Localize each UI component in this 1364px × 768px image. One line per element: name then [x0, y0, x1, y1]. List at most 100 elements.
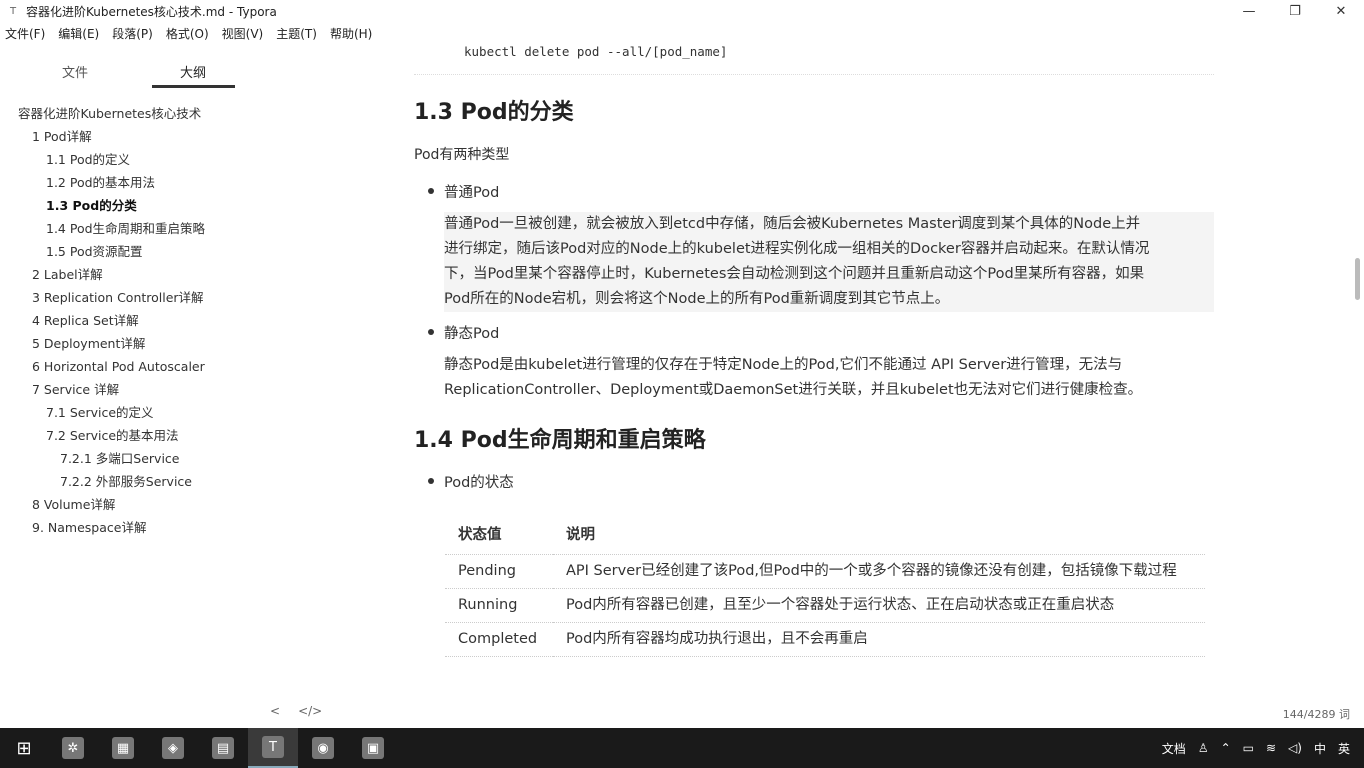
- outline-item[interactable]: 7.2 Service的基本用法: [0, 424, 250, 447]
- static-pod-description: 静态Pod是由kubelet进行管理的仅存在于特定Node上的Pod,它们不能通…: [444, 353, 1214, 403]
- table-row: Running Pod内所有容器已创建，且至少一个容器处于运行状态、正在启动状态或…: [445, 588, 1205, 623]
- state-value-cell: Running: [445, 588, 553, 623]
- state-description-cell: Pod内所有容器已创建，且至少一个容器处于运行状态、正在启动状态或正在重启状态: [553, 588, 1205, 623]
- wifi-icon[interactable]: ≋: [1266, 741, 1276, 755]
- title-bar: T 容器化进阶Kubernetes核心技术.md - Typora — ❐ ✕: [0, 0, 1364, 22]
- tab-files[interactable]: 文件: [62, 62, 88, 81]
- volume-icon[interactable]: ◁): [1288, 741, 1302, 755]
- outline-item[interactable]: 1 Pod详解: [0, 125, 250, 148]
- taskbar: ⊞ ✲ ▦ ◈ ▤ T ◉ ▣ 文档 ♙ ⌃ ▭ ≋ ◁) 中 英: [0, 728, 1364, 768]
- bullet-normal-pod: 普通Pod: [444, 185, 500, 201]
- text-line: 静态Pod是由kubelet进行管理的仅存在于特定Node上的Pod,它们不能通…: [444, 357, 1123, 373]
- outline-item[interactable]: 3 Replication Controller详解: [0, 286, 250, 309]
- outline-item[interactable]: 1.2 Pod的基本用法: [0, 171, 250, 194]
- outline-item[interactable]: 1.3 Pod的分类: [0, 194, 250, 217]
- typora-icon[interactable]: T: [248, 728, 298, 768]
- start-icon[interactable]: ⊞: [0, 728, 48, 768]
- state-value-cell: Completed: [445, 622, 553, 657]
- outline-list: 容器化进阶Kubernetes核心技术 1 Pod详解 1.1 Pod的定义 1.2 …: [0, 102, 250, 539]
- outline-item[interactable]: 2 Label详解: [0, 263, 250, 286]
- menu-item[interactable]: 帮助(H): [330, 25, 372, 42]
- outline-item[interactable]: 9. Namespace详解: [0, 516, 250, 539]
- app-icon-3[interactable]: ◈: [148, 728, 198, 768]
- table-row: Pending API Server已经创建了该Pod,但Pod中的一个或多个容器…: [445, 554, 1205, 589]
- normal-pod-description: 普通Pod一旦被创建，就会被放入到etcd中存储，随后会被Kubernetes …: [444, 212, 1214, 312]
- taskbar-glyph: ◉: [312, 737, 334, 759]
- table-header-cell: 说明: [553, 514, 1205, 555]
- bullet-dot: [428, 478, 434, 484]
- scroll-thumb[interactable]: [1355, 258, 1360, 300]
- outline-item[interactable]: 7 Service 详解: [0, 378, 250, 401]
- app-icon-1[interactable]: ✲: [48, 728, 98, 768]
- taskbar-glyph: ✲: [62, 737, 84, 759]
- outline-item[interactable]: 1.5 Pod资源配置: [0, 240, 250, 263]
- sidebar: 文件 大纲 容器化进阶Kubernetes核心技术 1 Pod详解 1.1 Pod的…: [0, 44, 250, 728]
- system-tray: 文档 ♙ ⌃ ▭ ≋ ◁) 中 英: [1162, 740, 1364, 757]
- ime-indicator[interactable]: 中: [1314, 740, 1326, 757]
- bullet-pod-state: Pod的状态: [444, 475, 514, 491]
- people-icon[interactable]: ♙: [1198, 741, 1209, 755]
- text-line: 进行绑定，随后该Pod对应的Node上的kubelet进程实例化成一组相关的Do…: [444, 241, 1150, 257]
- table-header-row: 状态值 说明: [445, 514, 1205, 555]
- window-title: 容器化进阶Kubernetes核心技术.md - Typora: [26, 4, 277, 19]
- minimize-icon[interactable]: —: [1226, 0, 1272, 22]
- tab-underline: [152, 85, 235, 88]
- menu-item[interactable]: 文件(F): [5, 25, 45, 42]
- paragraph-types: Pod有两种类型: [414, 147, 510, 163]
- restore-icon[interactable]: ❐: [1272, 0, 1318, 22]
- outline-item[interactable]: 1.4 Pod生命周期和重启策略: [0, 217, 250, 240]
- menu-item[interactable]: 编辑(E): [58, 25, 99, 42]
- word-count[interactable]: 144/4289 词: [1283, 706, 1350, 722]
- bullet-dot: [428, 329, 434, 335]
- taskbar-glyph: ▣: [362, 737, 384, 759]
- code-block[interactable]: kubectl delete pod --all/[pod_name]: [464, 44, 727, 59]
- menu-item[interactable]: 主题(T): [276, 25, 317, 42]
- outline-item[interactable]: 8 Volume详解: [0, 493, 250, 516]
- text-line: 下，当Pod里某个容器停止时，Kubernetes会自动检测到这个问题并且重新启…: [444, 266, 1145, 282]
- state-description-cell: Pod内所有容器均成功执行退出，且不会再重启: [553, 622, 1205, 657]
- heading-1-3: 1.3 Pod的分类: [414, 100, 574, 125]
- table-header-cell: 状态值: [445, 514, 553, 555]
- bullet-static-pod: 静态Pod: [444, 326, 500, 342]
- tab-outline[interactable]: 大纲: [180, 62, 206, 81]
- outline-item[interactable]: 7.2.1 多端口Service: [0, 447, 250, 470]
- app-icon-4[interactable]: ▤: [198, 728, 248, 768]
- bullet-dot: [428, 188, 434, 194]
- text-line: Pod所在的Node宕机，则会将这个Node上的所有Pod重新调度到其它节点上。: [444, 291, 950, 307]
- outline-item[interactable]: 7.2.2 外部服务Service: [0, 470, 250, 493]
- menu-item[interactable]: 视图(V): [222, 25, 264, 42]
- outline-item[interactable]: 7.1 Service的定义: [0, 401, 250, 424]
- tray-docs-label[interactable]: 文档: [1162, 740, 1186, 757]
- outline-item[interactable]: 1.1 Pod的定义: [0, 148, 250, 171]
- app-icon-2[interactable]: ▦: [98, 728, 148, 768]
- outline-item[interactable]: 5 Deployment详解: [0, 332, 250, 355]
- code-block-border: [414, 74, 1214, 75]
- text-line: ReplicationController、Deployment或DaemonS…: [444, 382, 1143, 398]
- menu-item[interactable]: 格式(O): [166, 25, 209, 42]
- taskbar-glyph: ▤: [212, 737, 234, 759]
- close-icon[interactable]: ✕: [1318, 0, 1364, 22]
- taskbar-glyph: ▦: [112, 737, 134, 759]
- app-icon-7[interactable]: ▣: [348, 728, 398, 768]
- battery-icon[interactable]: ▭: [1243, 741, 1254, 755]
- outline-item[interactable]: 6 Horizontal Pod Autoscaler: [0, 355, 250, 378]
- app-icon-6[interactable]: ◉: [298, 728, 348, 768]
- lang-indicator[interactable]: 英: [1338, 740, 1350, 757]
- text-line: 普通Pod一旦被创建，就会被放入到etcd中存储，随后会被Kubernetes …: [444, 216, 1141, 232]
- outline-item[interactable]: 容器化进阶Kubernetes核心技术: [0, 102, 250, 125]
- editor-content[interactable]: kubectl delete pod --all/[pod_name] 1.3 …: [250, 44, 1350, 728]
- chevron-up-icon[interactable]: ⌃: [1221, 741, 1231, 755]
- taskbar-glyph: T: [262, 736, 284, 758]
- pod-state-table: 状态值 说明 Pending API Server已经创建了该Pod,但Pod中的…: [445, 514, 1205, 657]
- taskbar-glyph: ◈: [162, 737, 184, 759]
- scrollbar[interactable]: [1350, 44, 1364, 728]
- typora-app-icon: T: [9, 5, 17, 17]
- sidebar-tabs: 文件 大纲: [0, 44, 250, 88]
- table-row: Completed Pod内所有容器均成功执行退出，且不会再重启: [445, 622, 1205, 657]
- menu-bar: 文件(F) 编辑(E) 段落(P) 格式(O) 视图(V) 主题(T) 帮助(H): [0, 22, 385, 44]
- state-description-cell: API Server已经创建了该Pod,但Pod中的一个或多个容器的镜像还没有创…: [553, 554, 1205, 589]
- state-value-cell: Pending: [445, 554, 553, 589]
- outline-item[interactable]: 4 Replica Set详解: [0, 309, 250, 332]
- heading-1-4: 1.4 Pod生命周期和重启策略: [414, 428, 706, 453]
- menu-item[interactable]: 段落(P): [112, 25, 153, 42]
